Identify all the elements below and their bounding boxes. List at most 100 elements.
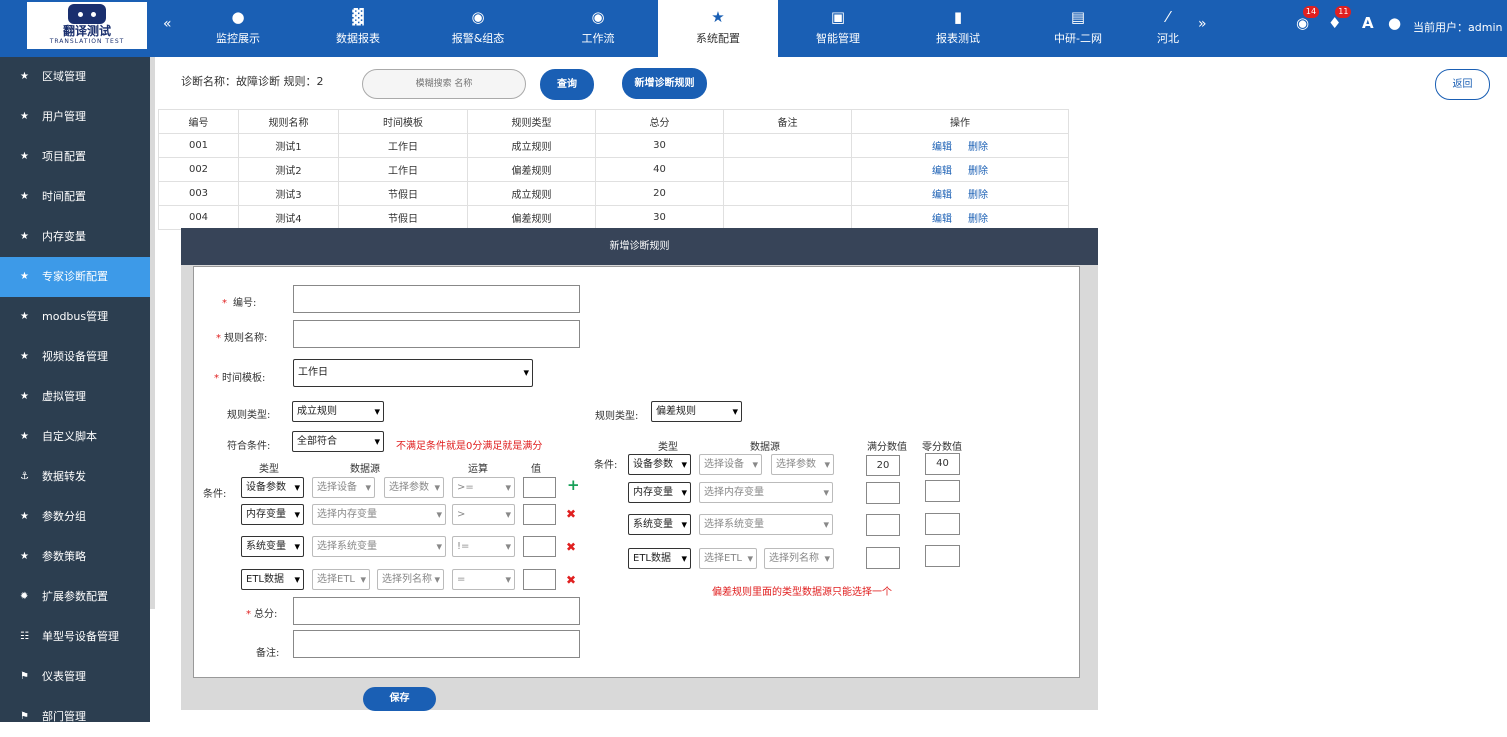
nav-tab-system-config[interactable]: ★ 系统配置	[658, 0, 778, 57]
right-type-select[interactable]: 设备参数	[628, 454, 691, 475]
sidebar-item-param-policy[interactable]: ★ 参数策略	[0, 537, 150, 577]
delete-condition-icon[interactable]: ✖	[566, 540, 576, 554]
delete-link[interactable]: 删除	[968, 190, 988, 201]
parameter-select[interactable]: 选择参数	[384, 477, 444, 498]
condition-value-input[interactable]	[523, 477, 556, 498]
sidebar-item-expert-diagnosis[interactable]: ★ 专家诊断配置	[0, 257, 150, 297]
sidebar-item-time[interactable]: ★ 时间配置	[0, 177, 150, 217]
sidebar-item-model-device[interactable]: ☷ 单型号设备管理	[0, 617, 150, 657]
right-type-select[interactable]: ETL数据	[628, 548, 691, 569]
operator-select[interactable]: >=	[452, 477, 515, 498]
sidebar-item-users[interactable]: ★ 用户管理	[0, 97, 150, 137]
nav-tab-zhongyan[interactable]: ▤ 中研-二网	[1018, 0, 1138, 57]
id-field[interactable]	[293, 285, 580, 313]
right-system-var-select[interactable]: 选择系统变量	[699, 514, 833, 535]
sidebar-item-ext-param[interactable]: ✹ 扩展参数配置	[0, 577, 150, 617]
etl-select[interactable]: 选择ETL	[312, 569, 370, 590]
rule-type-select[interactable]: 成立规则	[292, 401, 384, 422]
save-button[interactable]: 保存	[363, 687, 436, 711]
diagnosis-criteria-text: 诊断名称：故障诊断 规则：2	[181, 75, 324, 88]
sidebar-item-area[interactable]: ★ 区域管理	[0, 57, 150, 97]
nav-tab-alarm[interactable]: ◉ 报警&组态	[418, 0, 538, 57]
time-template-label-text: 时间模板:	[222, 373, 266, 384]
star-icon: ★	[20, 431, 29, 442]
match-condition-select[interactable]: 全部符合	[292, 431, 384, 452]
right-type-select[interactable]: 内存变量	[628, 482, 691, 503]
remark-field[interactable]	[293, 630, 580, 658]
full-score-input[interactable]	[866, 482, 900, 504]
condition-value-input[interactable]	[523, 569, 556, 590]
time-template-select[interactable]: 工作日	[293, 359, 533, 387]
operator-select[interactable]: !=	[452, 536, 515, 557]
zero-score-input[interactable]: 40	[925, 453, 960, 475]
table-cell: 工作日	[338, 157, 468, 182]
memory-var-select[interactable]: 选择内存变量	[312, 504, 446, 525]
delete-condition-icon[interactable]: ✖	[566, 507, 576, 521]
nav-scroll-right-icon[interactable]: »	[1198, 16, 1207, 32]
sidebar-item-department[interactable]: ⚑ 部门管理	[0, 697, 150, 737]
sidebar-item-video[interactable]: ★ 视频设备管理	[0, 337, 150, 377]
sidebar-item-param-group[interactable]: ★ 参数分组	[0, 497, 150, 537]
sidebar-item-memory-var[interactable]: ★ 内存变量	[0, 217, 150, 257]
right-column-name-select[interactable]: 选择列名称	[764, 548, 834, 569]
right-device-select[interactable]: 选择设备	[699, 454, 762, 475]
zero-score-input[interactable]	[925, 513, 960, 535]
device-select[interactable]: 选择设备	[312, 477, 375, 498]
delete-link[interactable]: 删除	[968, 214, 988, 225]
right-rule-type-select[interactable]: 偏差规则	[651, 401, 742, 422]
right-memory-var-select[interactable]: 选择内存变量	[699, 482, 833, 503]
full-score-input[interactable]: 20	[866, 455, 900, 476]
delete-link[interactable]: 删除	[968, 166, 988, 177]
operator-select[interactable]: >	[452, 504, 515, 525]
add-condition-icon[interactable]: +	[567, 476, 580, 494]
sidebar-item-meter[interactable]: ⚑ 仪表管理	[0, 657, 150, 697]
sidebar-item-modbus[interactable]: ★ modbus管理	[0, 297, 150, 337]
system-var-select[interactable]: 选择系统变量	[312, 536, 446, 557]
delete-link[interactable]: 删除	[968, 142, 988, 153]
nav-tab-monitor[interactable]: ● 监控展示	[178, 0, 298, 57]
condition-type-select[interactable]: 设备参数	[241, 477, 304, 498]
right-etl-select[interactable]: 选择ETL	[699, 548, 757, 569]
condition-type-select[interactable]: ETL数据	[241, 569, 304, 590]
sidebar-item-virtual[interactable]: ★ 虚拟管理	[0, 377, 150, 417]
condition-value-input[interactable]	[523, 504, 556, 525]
sidebar-item-script[interactable]: ★ 自定义脚本	[0, 417, 150, 457]
right-type-select[interactable]: 系统变量	[628, 514, 691, 535]
operator-select[interactable]: =	[452, 569, 515, 590]
nav-tab-smart-manage[interactable]: ▣ 智能管理	[778, 0, 898, 57]
nav-tab-workflow[interactable]: ◉ 工作流	[538, 0, 658, 57]
delete-condition-icon[interactable]: ✖	[566, 573, 576, 587]
nav-tab-label: 监控展示	[216, 32, 260, 45]
nav-tab-data-report[interactable]: ▓ 数据报表	[298, 0, 418, 57]
edit-link[interactable]: 编辑	[932, 166, 952, 177]
full-score-input[interactable]	[866, 514, 900, 536]
nav-tab-hebei[interactable]: ⁄ 河北	[1138, 0, 1198, 57]
condition-value-input[interactable]	[523, 536, 556, 557]
edit-link[interactable]: 编辑	[932, 190, 952, 201]
condition-type-select[interactable]: 系统变量	[241, 536, 304, 557]
bell-icon[interactable]: ♦ 11	[1328, 6, 1352, 32]
edit-link[interactable]: 编辑	[932, 142, 952, 153]
search-input[interactable]	[362, 69, 526, 99]
sidebar-item-forward[interactable]: ⚓ 数据转发	[0, 457, 150, 497]
type-column-header: 类型	[259, 464, 279, 475]
message-icon[interactable]: ◉ 14	[1296, 6, 1320, 32]
sidebar-scrollbar[interactable]	[150, 57, 155, 609]
nav-tab-label: 报表测试	[936, 32, 980, 45]
right-parameter-select[interactable]: 选择参数	[771, 454, 834, 475]
full-score-input[interactable]	[866, 547, 900, 569]
back-button[interactable]: 返回	[1435, 69, 1490, 100]
add-rule-button[interactable]: 新增诊断规则	[622, 68, 707, 99]
total-score-field[interactable]	[293, 597, 580, 625]
rule-name-field[interactable]	[293, 320, 580, 348]
column-name-select[interactable]: 选择列名称	[377, 569, 444, 590]
zero-score-input[interactable]	[925, 480, 960, 502]
nav-scroll-left-icon[interactable]: «	[163, 16, 172, 32]
sidebar-item-project[interactable]: ★ 项目配置	[0, 137, 150, 177]
edit-link[interactable]: 编辑	[932, 214, 952, 225]
nav-tab-report-test[interactable]: ▮ 报表测试	[898, 0, 1018, 57]
zero-score-input[interactable]	[925, 545, 960, 567]
font-size-icon[interactable]: A	[1362, 14, 1374, 32]
condition-type-select[interactable]: 内存变量	[241, 504, 304, 525]
query-button[interactable]: 查询	[540, 69, 594, 100]
